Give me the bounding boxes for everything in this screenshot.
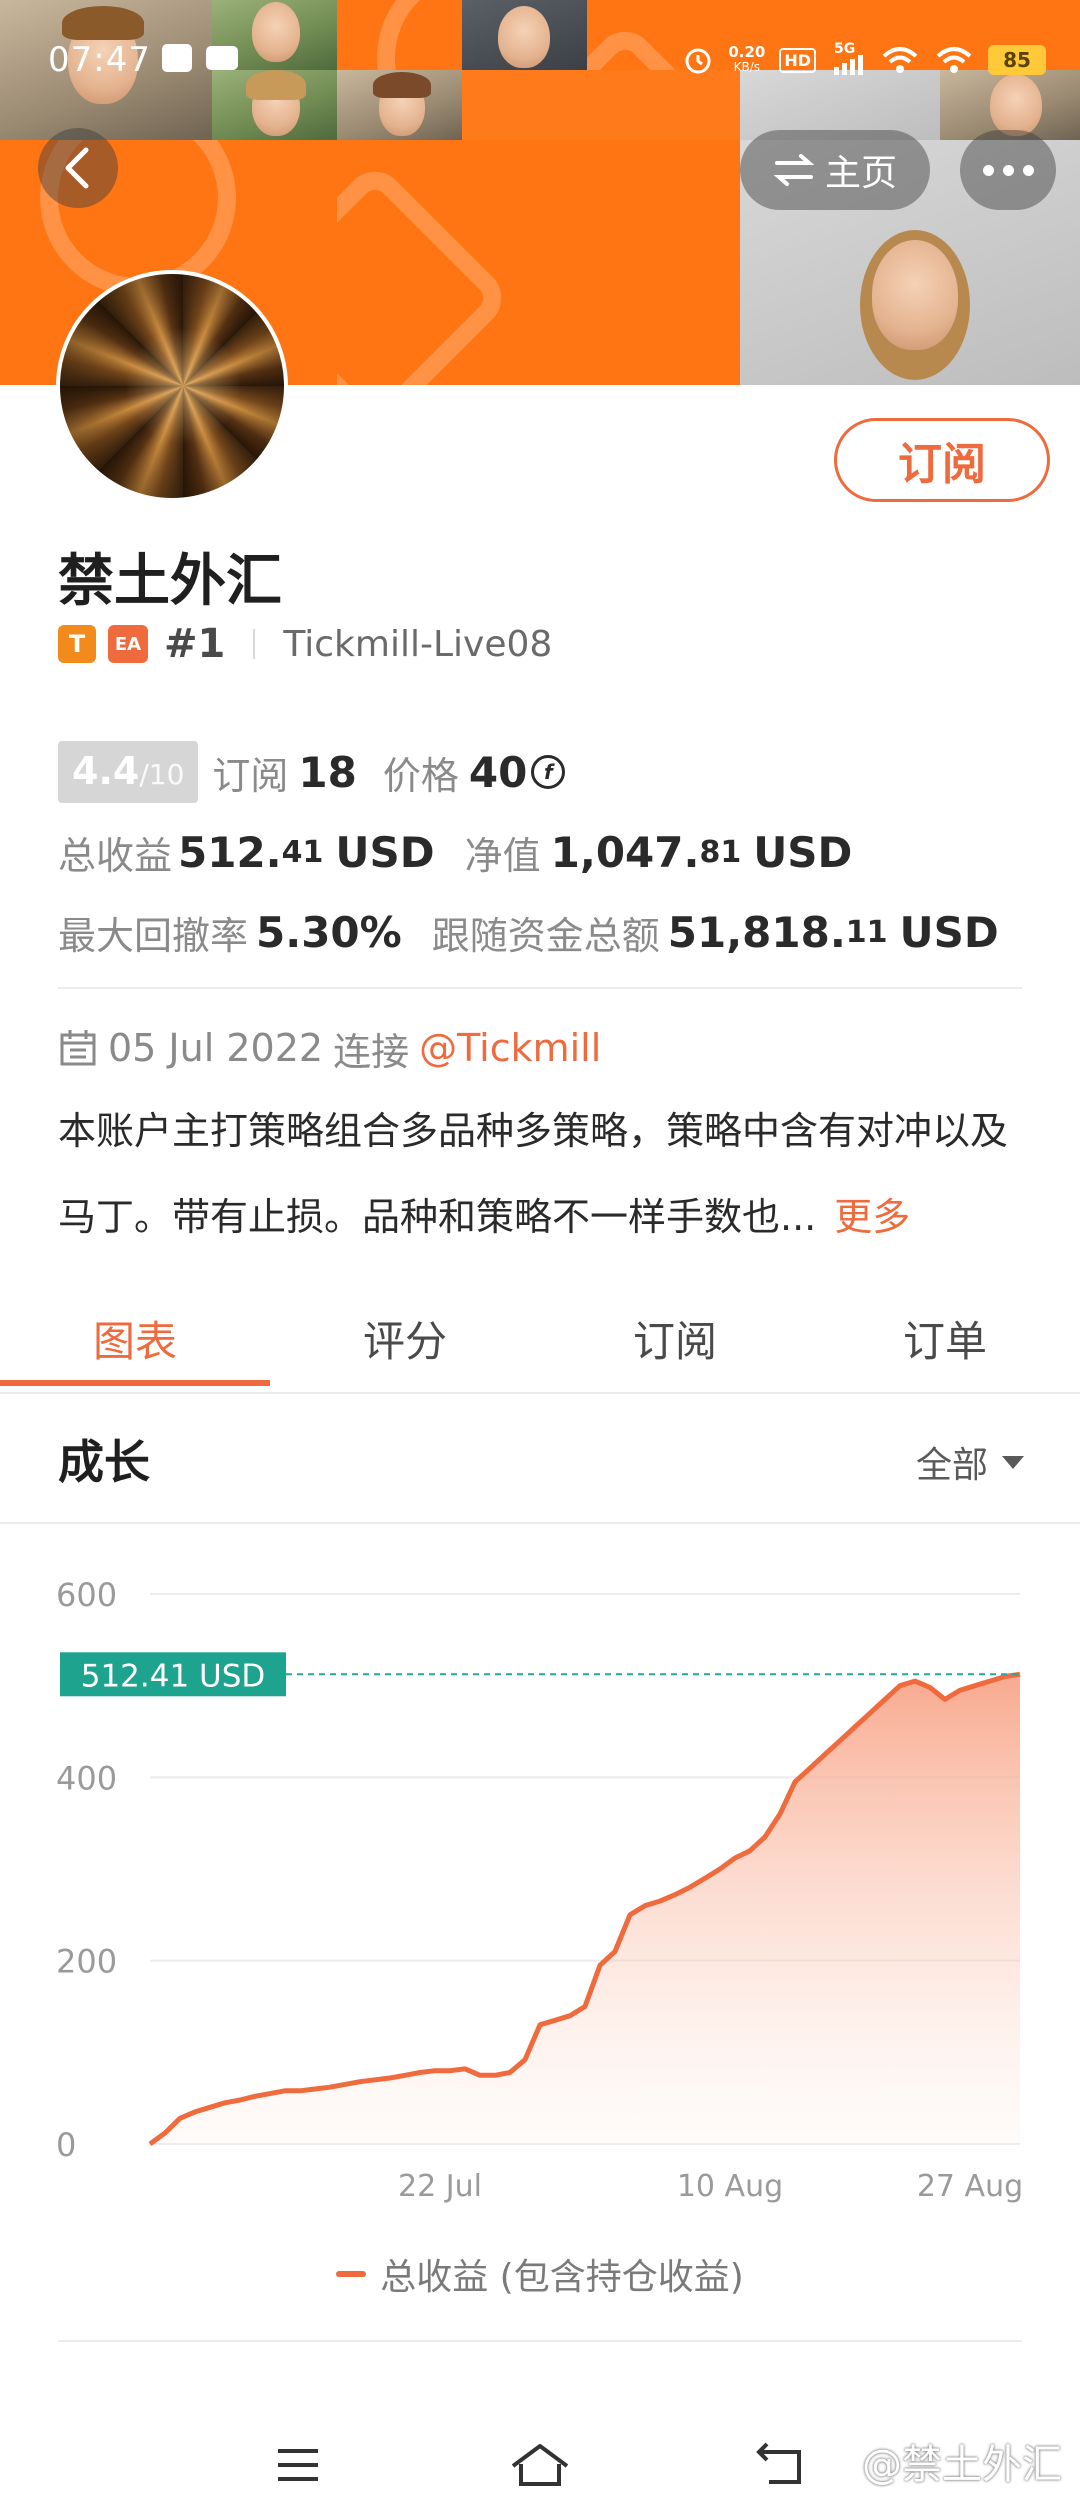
avatar[interactable] xyxy=(56,270,288,502)
max-drawdown-label: 最大回撤率 xyxy=(58,913,249,958)
alarm-icon xyxy=(685,48,711,74)
connection-label: 连接 xyxy=(333,1029,410,1074)
x-tick-label: 10 Aug xyxy=(677,2169,783,2204)
connection-row: 05 Jul 2022 连接 @Tickmill xyxy=(58,1020,601,1076)
follow-funds-label: 跟随资金总额 xyxy=(431,913,660,958)
y-tick-label: 200 xyxy=(56,1943,117,1981)
chevron-left-icon xyxy=(65,147,89,189)
subscribe-button[interactable]: 订阅 xyxy=(834,418,1050,502)
subscribers-value: 18 xyxy=(298,747,357,797)
x-tick-label: 22 Jul xyxy=(398,2169,482,2204)
watermark-text: @禁土外汇 xyxy=(862,2442,1062,2488)
divider xyxy=(253,629,256,659)
dot-icon xyxy=(982,164,994,176)
follow-funds-dec: 11 xyxy=(845,914,888,950)
range-value: 全部 xyxy=(915,1445,988,1486)
net-speed: 0.20 KB/s xyxy=(728,43,766,75)
more-options-button[interactable] xyxy=(960,130,1056,210)
stats-block: 4.4 /10 订阅 18 价格 40 f 总收益 512. 41 USD 净值… xyxy=(58,732,1038,972)
total-profit-unit: USD xyxy=(335,827,435,877)
divider xyxy=(58,987,1022,989)
return-icon xyxy=(756,2442,801,2484)
current-value-label: 512.41 USD xyxy=(81,1658,266,1694)
legend-label: 总收益 (包含持仓收益) xyxy=(380,2257,744,2298)
total-profit-int: 512. xyxy=(178,827,282,877)
home-icon xyxy=(511,2444,569,2486)
equity-dec: 81 xyxy=(699,834,742,870)
equity-int: 1,047. xyxy=(550,827,700,877)
connection-date: 05 Jul 2022 xyxy=(108,1026,324,1070)
price-label: 价格 xyxy=(382,753,459,798)
follow-funds-int: 51,818. xyxy=(667,907,846,957)
divider xyxy=(0,1522,1080,1524)
wifi-icon xyxy=(936,47,972,73)
divider xyxy=(58,2340,1022,2342)
score-value: 4.4 xyxy=(72,749,140,793)
y-tick-label: 400 xyxy=(56,1759,117,1797)
score-badge: 4.4 /10 xyxy=(58,741,199,803)
chart-legend: 总收益 (包含持仓收益) xyxy=(0,2248,1080,2300)
hd-icon: HD xyxy=(779,47,816,73)
subscribers-label: 订阅 xyxy=(212,753,289,798)
dot-icon xyxy=(1002,164,1014,176)
banner-pattern-tile xyxy=(337,140,740,385)
equity-unit: USD xyxy=(753,827,853,877)
max-drawdown-value: 5.30% xyxy=(256,907,402,957)
wifi-icon xyxy=(882,47,918,73)
mail-icon xyxy=(206,46,238,70)
status-bar: 07:47 0.20 KB/s HD 5G 85 xyxy=(0,30,1080,90)
follow-funds-unit: USD xyxy=(899,907,999,957)
broker-account: Tickmill-Live08 xyxy=(283,623,553,665)
tab-chart[interactable]: 图表 xyxy=(0,1290,270,1386)
home-page-label: 主页 xyxy=(824,153,897,194)
series-area xyxy=(150,1674,1020,2144)
cell-signal-icon: 5G xyxy=(830,41,866,75)
price-value: 40 xyxy=(468,747,528,797)
calendar-icon xyxy=(60,1030,96,1066)
ea-badge: EA xyxy=(108,625,148,663)
back-button[interactable] xyxy=(38,128,118,208)
menu-button[interactable] xyxy=(258,2430,338,2500)
menu-icon xyxy=(278,2449,318,2481)
caret-down-icon xyxy=(1002,1455,1024,1469)
broker-link[interactable]: @Tickmill xyxy=(419,1026,601,1070)
profile-badges: T EA #1 Tickmill-Live08 xyxy=(58,621,553,667)
home-page-button[interactable]: 主页 xyxy=(740,130,930,210)
legend-swatch xyxy=(336,2271,367,2277)
growth-chart[interactable]: 600 400 200 0 22 Jul 10 Aug 27 Aug 512.41 USD xyxy=(0,1530,1080,2320)
status-time: 07:47 xyxy=(48,40,151,80)
tab-subscription[interactable]: 订阅 xyxy=(540,1290,810,1386)
swap-icon xyxy=(773,154,815,186)
trader-badge: T xyxy=(58,625,96,663)
growth-chart-svg: 600 400 200 0 22 Jul 10 Aug 27 Aug 512.41 USD xyxy=(56,1576,1023,2204)
score-max: /10 xyxy=(139,758,185,791)
growth-title: 成长 xyxy=(58,1435,150,1489)
coin-icon: f xyxy=(531,755,566,789)
screen: 07:47 0.20 KB/s HD 5G 85 主页 订阅 禁土外汇 T EA… xyxy=(0,0,1080,2520)
back-nav-button[interactable] xyxy=(740,2430,820,2500)
profile-name: 禁土外汇 xyxy=(58,549,282,614)
range-dropdown[interactable]: 全部 xyxy=(916,1436,1024,1488)
equity-label: 净值 xyxy=(464,833,541,878)
total-profit-dec: 41 xyxy=(281,834,324,870)
tab-rating[interactable]: 评分 xyxy=(270,1290,540,1386)
battery-indicator: 85 xyxy=(988,45,1046,75)
dot-icon xyxy=(1022,164,1034,176)
more-link[interactable]: 更多 xyxy=(834,1195,910,1239)
rank-label: #1 xyxy=(164,621,226,667)
home-button[interactable] xyxy=(500,2430,580,2500)
tab-orders[interactable]: 订单 xyxy=(810,1290,1080,1386)
y-tick-label: 0 xyxy=(56,2126,76,2164)
divider xyxy=(0,1392,1080,1394)
y-tick-label: 600 xyxy=(56,1576,117,1614)
video-app-icon xyxy=(162,44,192,72)
strategy-description: 本账户主打策略组合多品种多策略，策略中含有对冲以及马丁。带有止损。品种和策略不一… xyxy=(58,1088,1038,1260)
x-tick-label: 27 Aug xyxy=(917,2169,1023,2204)
total-profit-label: 总收益 xyxy=(58,833,173,878)
tab-bar: 图表 评分 订阅 订单 xyxy=(0,1290,1080,1386)
